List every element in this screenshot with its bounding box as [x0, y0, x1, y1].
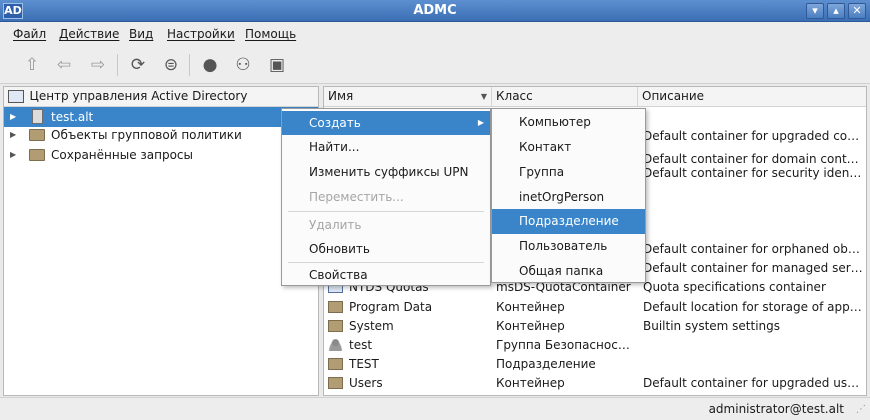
title-bar: AD ADMC ▾ ▴ ✕	[0, 0, 870, 22]
expand-arrow-icon[interactable]: ▶	[10, 125, 16, 145]
tree-item-label: Сохранённые запросы	[51, 148, 193, 162]
column-header-description[interactable]: Описание	[638, 87, 866, 107]
cell-description: Default container for upgraded user a...	[643, 376, 863, 390]
resize-grip-icon[interactable]: ⋰	[856, 404, 866, 415]
cell-class: Контейнер	[496, 319, 565, 333]
column-header-label: Имя	[328, 89, 354, 103]
up-icon[interactable]: ⇧	[19, 52, 45, 78]
menu-action[interactable]: Действие	[59, 27, 119, 41]
menu-separator	[288, 211, 484, 212]
toolbar: ⇧ ⇦ ⇨ ⟳ ⊜ ● ⚇ ▣	[0, 46, 870, 84]
cell-name: System	[349, 319, 394, 333]
create-submenu: Компьютер Контакт Группа inetOrgPerson П…	[491, 108, 646, 283]
submenu-item-shared-folder[interactable]: Общая папка	[492, 259, 645, 284]
folder-icon	[29, 129, 45, 141]
table-row[interactable]: System Контейнер Builtin system settings	[324, 317, 866, 336]
navigation-tree: Центр управления Active Directory [dc1.t…	[3, 86, 319, 396]
menu-item-find[interactable]: Найти...	[282, 135, 490, 159]
tree-item-label: Объекты групповой политики	[51, 128, 242, 142]
submenu-item-group[interactable]: Группа	[492, 160, 645, 185]
cell-description: Default container for managed servic...	[643, 261, 863, 275]
users-icon[interactable]: ⚇	[230, 52, 256, 78]
menu-settings[interactable]: Настройки	[167, 27, 235, 41]
maximize-button[interactable]: ▴	[827, 3, 845, 19]
window-title: ADMC	[413, 3, 457, 18]
context-menu: Создать ▶ Найти... Изменить суффиксы UPN…	[281, 108, 491, 286]
table-row[interactable]: TEST Подразделение	[324, 355, 866, 374]
expand-arrow-icon[interactable]: ▶	[10, 107, 16, 127]
menu-item-delete[interactable]: Удалить	[282, 213, 490, 237]
column-header-name[interactable]: Имя ▼	[324, 87, 492, 107]
menu-bar: Файл Действие Вид Настройки Помощь	[0, 22, 870, 46]
user-icon[interactable]: ●	[197, 52, 223, 78]
cell-description: Quota specifications container	[643, 280, 826, 294]
cell-class: Контейнер	[496, 376, 565, 390]
cell-description: Default container for upgraded comp...	[643, 129, 863, 143]
tree-root-label: Центр управления Active Directory [dc1.t…	[29, 89, 248, 122]
submenu-item-computer[interactable]: Компьютер	[492, 110, 645, 135]
tree-item-saved-queries[interactable]: ▶ Сохранённые запросы	[4, 145, 318, 165]
menu-view[interactable]: Вид	[129, 27, 153, 41]
status-bar: administrator@test.alt ⋰	[0, 397, 870, 420]
minimize-button[interactable]: ▾	[806, 3, 824, 19]
menu-item-refresh[interactable]: Обновить	[282, 237, 490, 261]
cell-name: Program Data	[349, 300, 433, 314]
table-row[interactable]: Program Data Контейнер Default location …	[324, 298, 866, 317]
cell-description: Default container for security identifie…	[643, 166, 863, 180]
group-icon	[328, 339, 343, 351]
refresh-icon[interactable]: ⟳	[125, 52, 151, 78]
expand-arrow-icon[interactable]: ▶	[10, 145, 16, 165]
folder-icon	[328, 377, 343, 389]
submenu-item-inetorgperson[interactable]: inetOrgPerson	[492, 185, 645, 210]
cell-description: Default container for orphaned objects	[643, 242, 863, 256]
folder-icon	[328, 320, 343, 332]
menu-item-move[interactable]: Переместить...	[282, 185, 490, 209]
cell-class: Контейнер	[496, 300, 565, 314]
submenu-item-contact[interactable]: Контакт	[492, 135, 645, 160]
tree-item-gpo[interactable]: ▶ Объекты групповой политики	[4, 125, 318, 145]
tree-item-domain[interactable]: ▶ test.alt	[4, 107, 318, 127]
menu-item-properties[interactable]: Свойства	[282, 263, 490, 287]
table-row[interactable]: Users Контейнер Default container for up…	[324, 374, 866, 393]
forward-icon[interactable]: ⇨	[85, 52, 111, 78]
cell-name: test	[349, 338, 373, 352]
folder-icon	[328, 358, 343, 370]
table-row[interactable]: test Группа Безопасности ...	[324, 336, 866, 355]
folder-icon	[328, 301, 343, 313]
toolbar-separator	[117, 54, 118, 76]
filter-icon[interactable]: ⊜	[158, 52, 184, 78]
menu-item-label: Создать	[309, 116, 361, 130]
cell-description: Builtin system settings	[643, 319, 781, 333]
back-icon[interactable]: ⇦	[51, 52, 77, 78]
cell-description: Default location for storage of applica.…	[643, 300, 863, 314]
folder-icon[interactable]: ▣	[264, 52, 290, 78]
column-header-class[interactable]: Класс	[492, 87, 638, 107]
computer-icon	[8, 90, 24, 103]
sort-arrow-icon: ▼	[480, 92, 487, 101]
close-button[interactable]: ✕	[848, 3, 866, 19]
status-user: administrator@test.alt	[708, 402, 844, 416]
tree-item-label: test.alt	[51, 110, 94, 124]
menu-file[interactable]: Файл	[13, 27, 46, 41]
folder-icon	[29, 149, 45, 161]
menu-item-change-upn[interactable]: Изменить суффиксы UPN	[282, 160, 490, 184]
submenu-item-user[interactable]: Пользователь	[492, 234, 645, 259]
cell-name: Users	[349, 376, 383, 390]
menu-item-create[interactable]: Создать ▶	[282, 111, 490, 135]
submenu-item-ou[interactable]: Подразделение	[492, 209, 645, 234]
cell-class: Группа Безопасности ...	[496, 338, 636, 352]
cell-class: Подразделение	[496, 357, 596, 371]
cell-name: TEST	[349, 357, 379, 371]
submenu-arrow-icon: ▶	[477, 118, 484, 127]
server-icon	[32, 109, 43, 124]
menu-help[interactable]: Помощь	[245, 27, 296, 41]
tree-header: Центр управления Active Directory [dc1.t…	[4, 87, 318, 122]
toolbar-separator	[189, 54, 190, 76]
